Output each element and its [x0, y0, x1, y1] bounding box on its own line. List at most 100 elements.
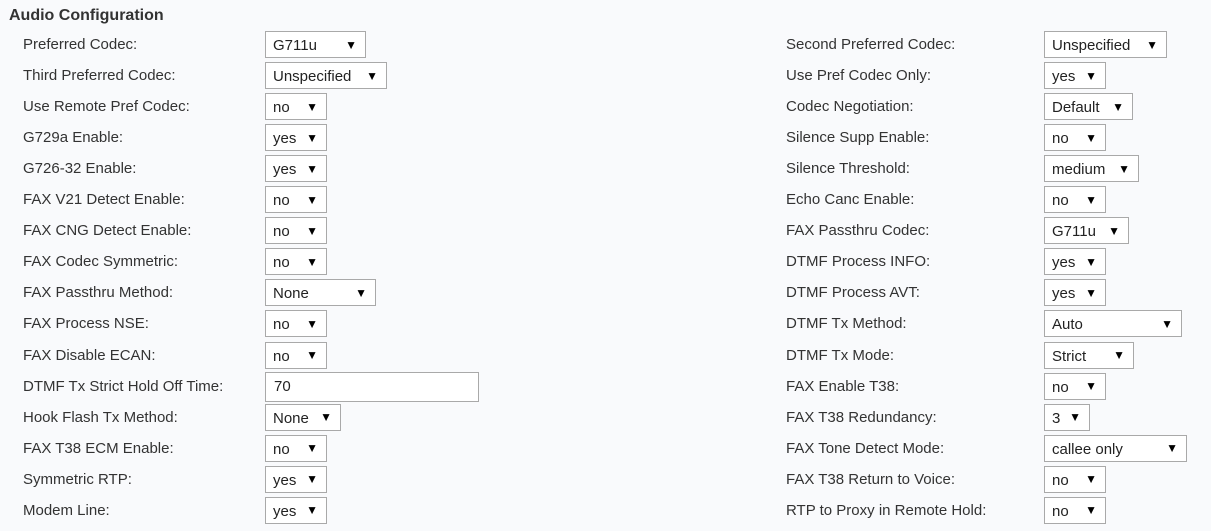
silence-threshold-select[interactable]: medium ▼: [1044, 155, 1139, 183]
selected-value: 3: [1052, 409, 1061, 427]
fax-codec-symmetric-select[interactable]: no ▼: [265, 248, 327, 276]
selected-value: yes: [273, 161, 297, 179]
selected-value: None: [273, 285, 309, 303]
dropdown-arrow-icon: ▼: [306, 192, 318, 207]
g729a-enable-select[interactable]: yes ▼: [265, 124, 327, 152]
codec-negotiation-label: Codec Negotiation:: [786, 98, 914, 116]
selected-value: no: [273, 440, 290, 458]
dtmf-tx-method-select[interactable]: Auto ▼: [1044, 310, 1182, 338]
use-remote-pref-codec-select[interactable]: no ▼: [265, 93, 327, 121]
fax-t38-redundancy-label: FAX T38 Redundancy:: [786, 408, 937, 426]
fax-t38-ecm-enable-label: FAX T38 ECM Enable:: [23, 439, 174, 457]
fax-disable-ecan-select[interactable]: no ▼: [265, 341, 327, 369]
dropdown-arrow-icon: ▼: [306, 441, 318, 456]
dropdown-arrow-icon: ▼: [1085, 192, 1097, 207]
fax-process-nse-select[interactable]: no ▼: [265, 310, 327, 338]
dtmf-tx-strict-hold-off-time-input[interactable]: 70: [265, 371, 479, 402]
selected-value: Unspecified: [1052, 37, 1131, 54]
selected-value: Strict: [1052, 347, 1087, 365]
selected-value: no: [1052, 192, 1069, 210]
selected-value: no: [273, 192, 290, 210]
selected-value: yes: [1052, 285, 1076, 303]
fax-tone-detect-mode-label: FAX Tone Detect Mode:: [786, 439, 945, 457]
dropdown-arrow-icon: ▼: [1146, 37, 1158, 52]
selected-value: None: [273, 409, 309, 427]
dropdown-arrow-icon: ▼: [1113, 348, 1125, 362]
third-preferred-codec-label: Third Preferred Codec:: [23, 67, 176, 85]
selected-value: medium: [1052, 161, 1106, 179]
dropdown-arrow-icon: ▼: [1085, 472, 1097, 487]
dropdown-arrow-icon: ▼: [306, 223, 318, 238]
section-title: Audio Configuration: [9, 7, 164, 24]
fax-passthru-codec-label: FAX Passthru Codec:: [786, 222, 930, 240]
dropdown-arrow-icon: ▼: [1085, 503, 1097, 518]
selected-value: yes: [1052, 68, 1076, 86]
use-pref-codec-only-select[interactable]: yes ▼: [1044, 62, 1106, 90]
rtp-to-proxy-in-remote-hold-label: RTP to Proxy in Remote Hold:: [786, 501, 987, 519]
fax-cng-detect-enable-select[interactable]: no ▼: [265, 217, 327, 245]
preferred-codec-select[interactable]: G711u ▼: [265, 31, 366, 58]
selected-value: Auto: [1052, 316, 1083, 334]
dropdown-arrow-icon: ▼: [366, 68, 378, 83]
selected-value: no: [273, 99, 290, 117]
silence-supp-enable-label: Silence Supp Enable:: [786, 129, 930, 147]
fax-cng-detect-enable-label: FAX CNG Detect Enable:: [23, 222, 192, 240]
dtmf-tx-mode-select[interactable]: Strict ▼: [1044, 341, 1134, 369]
selected-value: yes: [273, 502, 297, 520]
hook-flash-tx-method-select[interactable]: None ▼: [265, 403, 341, 431]
echo-canc-enable-select[interactable]: no ▼: [1044, 186, 1106, 214]
dropdown-arrow-icon: ▼: [306, 472, 318, 487]
dropdown-arrow-icon: ▼: [355, 285, 367, 300]
fax-enable-t38-label: FAX Enable T38:: [786, 377, 900, 395]
fax-tone-detect-mode-select[interactable]: callee only ▼: [1044, 434, 1187, 462]
fax-passthru-method-select[interactable]: None ▼: [265, 279, 376, 307]
echo-canc-enable-label: Echo Canc Enable:: [786, 191, 915, 209]
modem-line-select[interactable]: yes ▼: [265, 496, 327, 524]
second-preferred-codec-label: Second Preferred Codec:: [786, 36, 956, 53]
selected-value: no: [273, 347, 290, 365]
dropdown-arrow-icon: ▼: [306, 130, 318, 145]
dtmf-process-info-label: DTMF Process INFO:: [786, 253, 931, 271]
hook-flash-tx-method-label: Hook Flash Tx Method:: [23, 408, 178, 426]
symmetric-rtp-label: Symmetric RTP:: [23, 470, 132, 488]
fax-passthru-codec-select[interactable]: G711u ▼: [1044, 217, 1129, 245]
dropdown-arrow-icon: ▼: [306, 316, 318, 331]
dropdown-arrow-icon: ▼: [1085, 285, 1097, 300]
fax-v21-detect-enable-select[interactable]: no ▼: [265, 186, 327, 214]
dtmf-process-avt-select[interactable]: yes ▼: [1044, 279, 1106, 307]
third-preferred-codec-select[interactable]: Unspecified ▼: [265, 62, 387, 90]
dropdown-arrow-icon: ▼: [1118, 161, 1130, 176]
fax-process-nse-label: FAX Process NSE:: [23, 315, 149, 333]
fax-codec-symmetric-label: FAX Codec Symmetric:: [23, 253, 179, 271]
selected-value: G711u: [1052, 223, 1096, 241]
fax-passthru-method-label: FAX Passthru Method:: [23, 284, 174, 302]
fax-enable-t38-select[interactable]: no ▼: [1044, 372, 1106, 400]
use-pref-codec-only-label: Use Pref Codec Only:: [786, 67, 932, 85]
dropdown-arrow-icon: ▼: [1161, 316, 1173, 331]
symmetric-rtp-select[interactable]: yes ▼: [265, 465, 327, 493]
dropdown-arrow-icon: ▼: [306, 161, 318, 176]
silence-supp-enable-select[interactable]: no ▼: [1044, 124, 1106, 152]
fax-t38-return-to-voice-label: FAX T38 Return to Voice:: [786, 470, 955, 488]
dtmf-process-avt-label: DTMF Process AVT:: [786, 284, 920, 302]
g726-32-enable-select[interactable]: yes ▼: [265, 155, 327, 183]
g729a-enable-label: G729a Enable:: [23, 129, 124, 147]
dropdown-arrow-icon: ▼: [306, 348, 318, 362]
selected-value: yes: [273, 471, 297, 489]
fax-t38-redundancy-select[interactable]: 3 ▼: [1044, 403, 1090, 431]
selected-value: no: [1052, 378, 1069, 396]
fax-v21-detect-enable-label: FAX V21 Detect Enable:: [23, 191, 185, 209]
use-remote-pref-codec-label: Use Remote Pref Codec:: [23, 98, 190, 116]
selected-value: G711u: [273, 37, 317, 54]
second-preferred-codec-select[interactable]: Unspecified ▼: [1044, 31, 1167, 58]
dropdown-arrow-icon: ▼: [1069, 410, 1081, 425]
codec-negotiation-select[interactable]: Default ▼: [1044, 93, 1133, 121]
fax-t38-return-to-voice-select[interactable]: no ▼: [1044, 465, 1106, 493]
dropdown-arrow-icon: ▼: [345, 37, 357, 52]
dropdown-arrow-icon: ▼: [1085, 379, 1097, 394]
dtmf-process-info-select[interactable]: yes ▼: [1044, 248, 1106, 276]
rtp-to-proxy-in-remote-hold-select[interactable]: no ▼: [1044, 496, 1106, 524]
fax-t38-ecm-enable-select[interactable]: no ▼: [265, 434, 327, 462]
selected-value: yes: [1052, 254, 1076, 272]
modem-line-label: Modem Line:: [23, 501, 110, 519]
